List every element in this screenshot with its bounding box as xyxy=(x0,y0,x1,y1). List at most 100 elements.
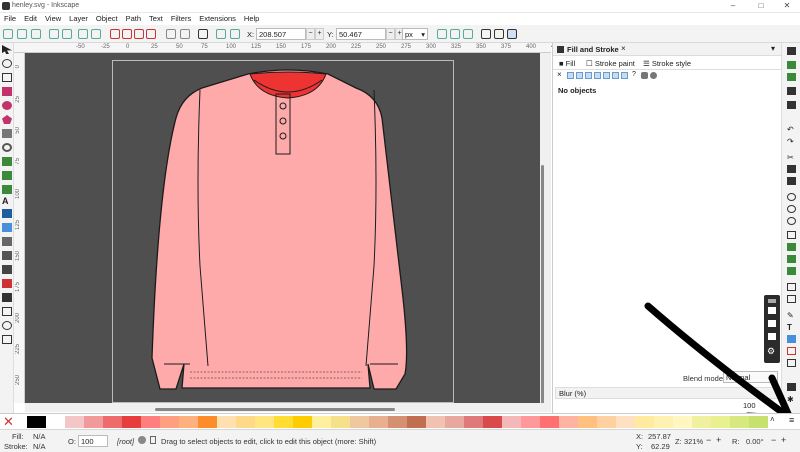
pencil-tool-icon[interactable] xyxy=(2,157,12,166)
palette-swatch[interactable] xyxy=(255,416,274,428)
tab-fill[interactable]: ■ Fill xyxy=(559,59,575,68)
calligraphy-tool-icon[interactable] xyxy=(2,185,12,194)
snap-bbox-icon[interactable] xyxy=(494,29,504,39)
zoom-value[interactable]: 321% xyxy=(684,437,703,446)
save-icon[interactable] xyxy=(787,73,796,81)
print-icon[interactable] xyxy=(787,87,796,95)
unit-select[interactable]: px ▾ xyxy=(402,28,428,40)
palette-swatch[interactable] xyxy=(521,416,540,428)
palette-menu-chevron-icon[interactable]: ˄ xyxy=(770,415,775,424)
chevron-down-icon[interactable]: ▾ xyxy=(771,44,775,53)
mesh-tool-icon[interactable] xyxy=(2,223,12,232)
stroke-to-path-icon[interactable] xyxy=(230,29,240,39)
palette-swatch[interactable] xyxy=(464,416,483,428)
duplicate-icon[interactable] xyxy=(787,231,796,239)
no-paint-icon[interactable]: × xyxy=(557,70,562,79)
palette-swatch[interactable] xyxy=(749,416,768,428)
x-decrement[interactable]: − xyxy=(306,28,315,40)
fill-rule-evenodd-icon[interactable] xyxy=(641,72,648,79)
palette-swatch[interactable] xyxy=(502,416,521,428)
fill-rule-nonzero-icon[interactable] xyxy=(650,72,657,79)
palette-swatch[interactable] xyxy=(350,416,369,428)
palette-swatch[interactable] xyxy=(578,416,597,428)
zoom-in-button[interactable]: + xyxy=(716,435,721,445)
palette-swatch[interactable] xyxy=(103,416,122,428)
palette-swatch[interactable] xyxy=(559,416,578,428)
clone-icon[interactable] xyxy=(787,243,796,251)
palette-swatch[interactable] xyxy=(46,416,65,428)
snap-nodes-icon[interactable] xyxy=(507,29,517,39)
undo-transform-icon[interactable] xyxy=(198,29,208,39)
select-original-icon[interactable] xyxy=(787,267,796,275)
unlink-clone-icon[interactable] xyxy=(787,255,796,263)
rotation-value[interactable]: 0.00° xyxy=(746,437,764,446)
tab-stroke-style[interactable]: ☰ Stroke style xyxy=(643,59,691,68)
palette-swatch[interactable] xyxy=(293,416,312,428)
help-icon[interactable]: ? xyxy=(632,71,636,78)
group-icon[interactable] xyxy=(787,283,796,291)
y-input[interactable]: 50.467 xyxy=(336,28,386,40)
palette-swatch[interactable] xyxy=(407,416,426,428)
cut-icon[interactable]: ✂ xyxy=(787,153,796,162)
palette-swatch[interactable] xyxy=(540,416,559,428)
palette-swatch[interactable] xyxy=(369,416,388,428)
eye-icon[interactable] xyxy=(138,436,146,444)
linear-gradient-icon[interactable] xyxy=(576,72,583,79)
text-tool-icon[interactable]: A xyxy=(2,197,12,206)
measure-tool-icon[interactable] xyxy=(2,307,12,316)
zoom-out-button[interactable]: − xyxy=(706,435,711,445)
tweak-tool-icon[interactable] xyxy=(2,73,12,82)
eraser-tool-icon[interactable] xyxy=(2,279,12,288)
select-all-layers-icon[interactable] xyxy=(17,29,27,39)
spray-tool-icon[interactable] xyxy=(2,265,12,274)
rotate-cw-icon[interactable] xyxy=(62,29,72,39)
close-window-button[interactable]: ✕ xyxy=(774,0,800,13)
no-paint-swatch-icon[interactable]: ✕ xyxy=(3,414,14,429)
spiral-tool-icon[interactable] xyxy=(2,143,12,152)
maximize-button[interactable]: □ xyxy=(748,0,774,13)
lock-icon[interactable] xyxy=(150,436,156,444)
palette-swatch[interactable] xyxy=(84,416,103,428)
henley-shirt-drawing[interactable] xyxy=(150,66,425,396)
redo-icon[interactable]: ↷ xyxy=(787,137,796,146)
fill-value[interactable]: N/A xyxy=(33,432,46,441)
node-tool-icon[interactable] xyxy=(166,29,176,39)
scale-corners-icon[interactable] xyxy=(450,29,460,39)
scale-stroke-icon[interactable] xyxy=(437,29,447,39)
vertical-scroll-thumb[interactable] xyxy=(541,165,544,405)
mesh-gradient-icon[interactable] xyxy=(594,72,601,79)
stroke-value[interactable]: N/A xyxy=(33,442,46,451)
paste-icon[interactable] xyxy=(787,177,796,185)
pages-tool-icon[interactable] xyxy=(2,335,12,344)
palette-swatch[interactable] xyxy=(27,416,46,428)
move-gradients-icon[interactable] xyxy=(463,29,473,39)
pen-tool-icon[interactable] xyxy=(2,171,12,180)
undo-icon[interactable]: ↶ xyxy=(787,125,796,134)
menu-path[interactable]: Path xyxy=(122,13,145,25)
dropper-tool-icon[interactable] xyxy=(2,237,12,246)
unset-paint-icon[interactable] xyxy=(621,72,628,79)
minimize-button[interactable]: – xyxy=(720,0,746,13)
palette-swatch[interactable] xyxy=(312,416,331,428)
layer-indicator[interactable]: [root] xyxy=(117,437,134,446)
radial-gradient-icon[interactable] xyxy=(585,72,592,79)
palette-swatch[interactable] xyxy=(122,416,141,428)
palette-swatch[interactable] xyxy=(426,416,445,428)
raise-to-top-icon[interactable] xyxy=(110,29,120,39)
menu-help[interactable]: Help xyxy=(240,13,263,25)
menu-edit[interactable]: Edit xyxy=(20,13,41,25)
rotate-plus-button[interactable]: + xyxy=(781,435,786,445)
palette-swatch[interactable] xyxy=(198,416,217,428)
select-all-icon[interactable] xyxy=(3,29,13,39)
rotate-ccw-icon[interactable] xyxy=(49,29,59,39)
connector-tool-icon[interactable] xyxy=(2,293,12,302)
flip-vertical-icon[interactable] xyxy=(91,29,101,39)
palette-swatch[interactable] xyxy=(141,416,160,428)
menu-text[interactable]: Text xyxy=(145,13,167,25)
gradient-tool-icon[interactable] xyxy=(2,209,12,218)
dialog-title[interactable]: Fill and Stroke xyxy=(567,45,619,54)
palette-swatch[interactable] xyxy=(274,416,293,428)
palette-swatch[interactable] xyxy=(692,416,711,428)
palette-swatch[interactable] xyxy=(445,416,464,428)
horizontal-scroll-thumb[interactable] xyxy=(155,408,395,411)
